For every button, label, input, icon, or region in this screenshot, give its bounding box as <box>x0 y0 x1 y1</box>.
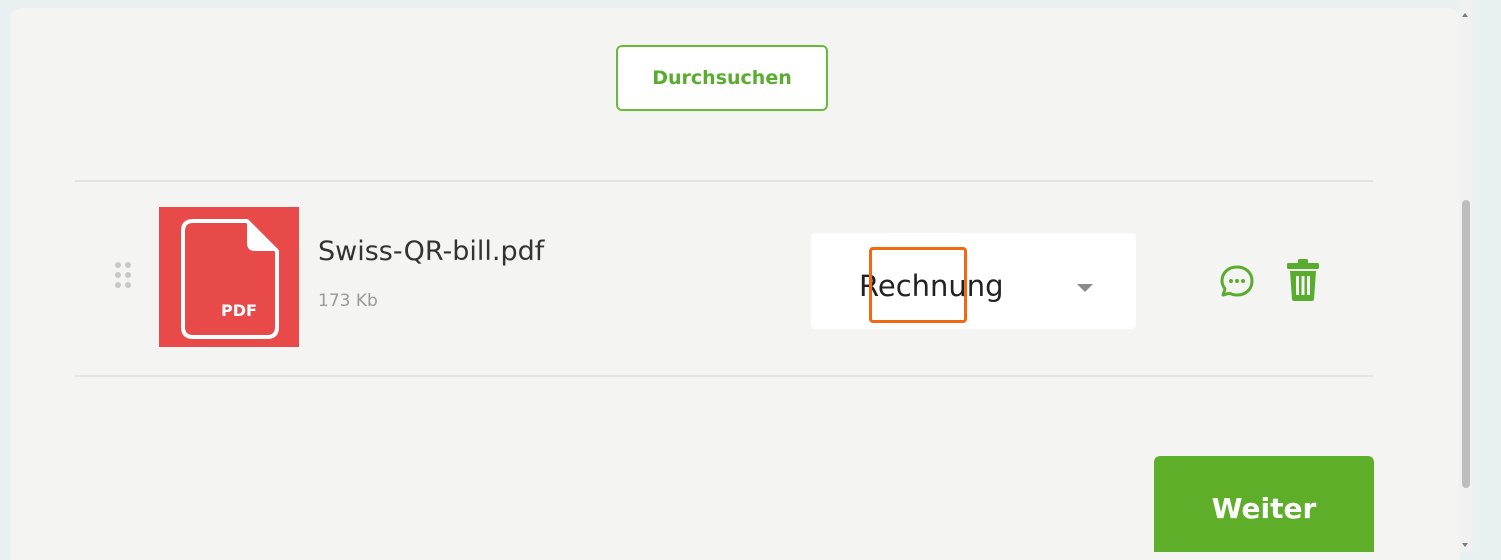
drag-handle-icon[interactable] <box>115 262 137 296</box>
trash-icon <box>1287 259 1319 301</box>
scrollbar-thumb[interactable] <box>1462 200 1470 488</box>
pdf-file-icon: PDF <box>159 207 299 347</box>
divider <box>75 180 1373 182</box>
file-size: 173 Kb <box>318 291 378 311</box>
document-type-select[interactable]: Rechnung <box>811 233 1136 329</box>
pdf-document-outline-icon: PDF <box>181 219 279 339</box>
comment-icon <box>1220 265 1254 297</box>
next-button[interactable]: Weiter <box>1154 456 1374 552</box>
focus-highlight <box>869 247 967 323</box>
comment-button[interactable] <box>1218 262 1256 300</box>
chevron-down-icon <box>1077 284 1093 292</box>
browse-button[interactable]: Durchsuchen <box>616 45 828 111</box>
scrollbar[interactable] <box>1459 0 1473 552</box>
delete-button[interactable] <box>1285 258 1321 302</box>
scroll-down-arrow-icon[interactable] <box>1462 543 1468 547</box>
scroll-up-arrow-icon[interactable] <box>1462 13 1468 17</box>
file-name: Swiss-QR-bill.pdf <box>318 236 545 267</box>
pdf-thumb-label: PDF <box>221 301 257 320</box>
divider <box>75 375 1373 377</box>
